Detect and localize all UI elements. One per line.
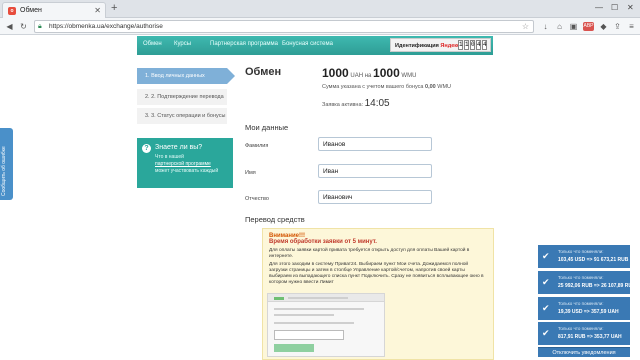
surname-label: Фамилия <box>245 143 269 149</box>
lock-icon: 🔒︎ <box>38 23 42 30</box>
notification-text: 19,39 USD => 357,59 UAH <box>558 309 619 315</box>
share-icon[interactable]: ⇪ <box>613 22 622 31</box>
did-you-know-box: ? Знаете ли вы? Что в нашей партнерской … <box>137 138 233 188</box>
disable-notifications-button[interactable]: Отключить уведомления <box>538 347 630 357</box>
processing-time: Время обработки заявки от 5 минут. <box>269 239 377 245</box>
report-error-tab[interactable]: Сообщить об ошибке <box>0 128 13 200</box>
give-currency: UAH <box>350 73 364 79</box>
instruction-paragraph-1: Для оплаты заявки картой привата требует… <box>269 248 470 259</box>
amount-connector: на <box>364 73 372 79</box>
notification-text: 25 992,06 RUB => 26 107,89 RUB <box>558 283 636 289</box>
maximize-icon[interactable]: ☐ <box>611 3 618 12</box>
nav-partner-program[interactable]: Партнерская программа <box>210 41 278 47</box>
help-text-before: Что в нашей <box>155 154 184 160</box>
get-amount: 1000 <box>373 66 400 80</box>
address-bar[interactable]: 🔒︎ https://obmenka.ua/exchange/authorise… <box>34 20 534 33</box>
back-icon[interactable]: ◀ <box>4 21 15 32</box>
instruction-paragraph-2: Для этого заходим в систему Приват24. Вы… <box>269 262 484 285</box>
counter-digit: 4 <box>476 40 481 50</box>
browser-tab[interactable]: o Обмен ✕ <box>2 2 106 18</box>
order-active-label: Заявка активна: <box>322 102 364 108</box>
browser-nav-bar: ◀ ↻ 🔒︎ https://obmenka.ua/exchange/autho… <box>0 18 640 35</box>
check-icon: ✔ <box>542 328 550 338</box>
identification-label: Идентификация <box>395 43 439 49</box>
nav-exchange[interactable]: Обмен <box>143 41 162 47</box>
step-confirm-transfer[interactable]: 2. 2. Подтверждение перевода <box>137 89 227 105</box>
bonus-currency: WMU <box>437 84 452 90</box>
bonus-note-text: Сумма указана с учетом вашего бонуса <box>322 84 424 90</box>
exchange-notification[interactable]: ✔ Только что поменяли: 817,91 RUB => 353… <box>538 322 630 345</box>
tab-title: Обмен <box>20 7 42 14</box>
help-text-after: может участвовать каждый <box>155 168 219 174</box>
download-icon[interactable]: ↓ <box>541 22 550 31</box>
step-personal-data[interactable]: 1. Ввод личных данных <box>137 68 235 84</box>
notification-caption: Только что поменяли: <box>558 301 604 306</box>
check-icon: ✔ <box>542 277 550 287</box>
check-icon: ✔ <box>542 303 550 313</box>
notification-text: 817,91 RUB => 353,77 UAH <box>558 334 622 340</box>
transfer-instructions: Внимание!!! Время обработки заявки от 5 … <box>262 228 494 360</box>
name-label: Имя <box>245 170 256 176</box>
nav-bonus-system[interactable]: Бонусная система <box>282 41 333 47</box>
bookmark-star-icon[interactable]: ☆ <box>522 21 529 32</box>
patronymic-label: Отчество <box>245 196 269 202</box>
bonus-note: Сумма указана с учетом вашего бонуса 0,0… <box>322 84 451 90</box>
step-status-bonus[interactable]: 3. 3. Статус операции и бонусы <box>137 108 227 124</box>
partner-program-link[interactable]: партнерской программе <box>155 161 211 167</box>
exchange-notification[interactable]: ✔ Только что поменяли: 25 992,06 RUB => … <box>538 271 636 294</box>
help-text: Что в нашей партнерской программе может … <box>155 154 227 175</box>
new-tab-icon[interactable]: + <box>111 2 117 14</box>
url-text: https://obmenka.ua/exchange/authorise <box>49 23 163 30</box>
get-currency: WMU <box>401 73 417 79</box>
adblock-icon[interactable]: ABP <box>583 22 594 31</box>
notification-text: 103,45 USD => 91 673,21 RUB <box>558 257 629 263</box>
counter-digit: 1 <box>464 40 469 50</box>
visit-counter: 1 1 0 4 4 <box>458 40 487 50</box>
extension-icon[interactable]: ▣ <box>569 22 578 31</box>
nav-rates[interactable]: Курсы <box>174 41 191 47</box>
close-tab-icon[interactable]: ✕ <box>94 6 101 15</box>
counter-digit: 0 <box>470 40 475 50</box>
help-title: Знаете ли вы? <box>155 144 203 151</box>
notification-caption: Только что поменяли: <box>558 326 604 331</box>
step-label: 3. 3. Статус операции и бонусы <box>145 113 226 119</box>
step-label: 1. Ввод личных данных <box>145 73 205 79</box>
transfer-section-title: Перевод средств <box>245 215 305 224</box>
menu-icon[interactable]: ≡ <box>627 22 636 31</box>
report-error-label: Сообщить об ошибке <box>1 146 7 196</box>
page-title: Обмен <box>245 66 282 78</box>
pocket-icon[interactable]: ◆ <box>599 22 608 31</box>
bonus-value: 0,00 <box>425 84 436 90</box>
personal-section-title: Мои данные <box>245 123 289 132</box>
minimize-icon[interactable]: — <box>595 3 603 12</box>
give-amount: 1000 <box>322 66 349 80</box>
close-window-icon[interactable]: ✕ <box>627 3 634 12</box>
site-favicon-icon: o <box>8 7 16 15</box>
order-active-time: 14:05 <box>364 98 390 109</box>
counter-digit: 1 <box>458 40 463 50</box>
counter-digit: 4 <box>482 40 487 50</box>
surname-input[interactable]: Иванов <box>318 137 432 151</box>
home-icon[interactable]: ⌂ <box>555 22 564 31</box>
name-input[interactable]: Иван <box>318 164 432 178</box>
order-active: Заявка активна: 14:05 <box>322 98 390 109</box>
check-icon: ✔ <box>542 251 550 261</box>
step-label: 2. 2. Подтверждение перевода <box>145 94 224 100</box>
exchange-amount: 1000 UAH на 1000 WMU <box>322 66 416 80</box>
browser-tab-bar: o Обмен ✕ + — ☐ ✕ <box>0 0 640 18</box>
notification-caption: Только что поменяли: <box>558 249 604 254</box>
exchange-notification[interactable]: ✔ Только что поменяли: 19,39 USD => 357,… <box>538 297 630 320</box>
exchange-notification[interactable]: ✔ Только что поменяли: 103,45 USD => 91 … <box>538 245 630 268</box>
reload-icon[interactable]: ↻ <box>18 21 29 32</box>
question-icon: ? <box>142 144 151 153</box>
patronymic-input[interactable]: Иванович <box>318 190 432 204</box>
notification-caption: Только что поменяли: <box>558 275 604 280</box>
privat24-screenshot <box>267 293 385 357</box>
